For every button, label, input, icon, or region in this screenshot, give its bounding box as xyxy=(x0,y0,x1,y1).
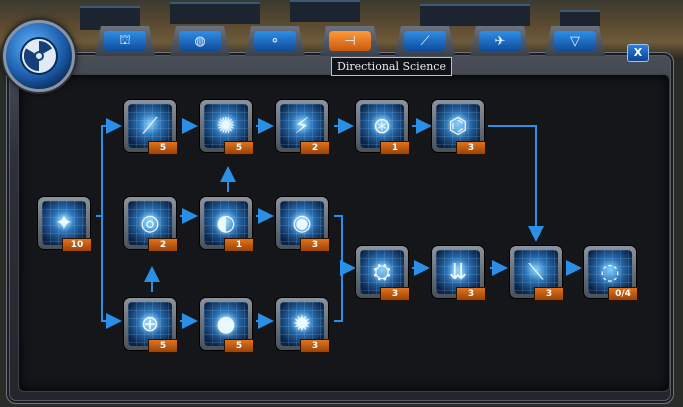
level-count-badge: 3 xyxy=(456,141,486,155)
tech-node-r2c1[interactable]: ◎ 2 xyxy=(124,197,178,252)
tech-node-root[interactable]: ✦ 10 xyxy=(38,197,92,252)
level-count-badge: 5 xyxy=(224,339,254,353)
tech-node-m2[interactable]: ⇊ 3 xyxy=(432,246,486,301)
tech-node-r3c3[interactable]: ✹ 3 xyxy=(276,298,330,353)
level-count-badge: 3 xyxy=(380,287,410,301)
tech-node-r2c3[interactable]: ◉ 3 xyxy=(276,197,330,252)
tech-node-r2c2[interactable]: ◐ 1 xyxy=(200,197,254,252)
level-count-badge: 0/4 xyxy=(608,287,638,301)
tech-node-r1c5[interactable]: ⌬ 3 xyxy=(432,100,486,155)
level-count-badge: 1 xyxy=(380,141,410,155)
level-count-badge: 5 xyxy=(148,339,178,353)
tech-node-r1c3[interactable]: ⚡ 2 xyxy=(276,100,330,155)
level-count-badge: 3 xyxy=(456,287,486,301)
tech-node-m3[interactable]: ⟍ 3 xyxy=(510,246,564,301)
level-count-badge: 5 xyxy=(148,141,178,155)
tech-node-r3c1[interactable]: ⊕ 5 xyxy=(124,298,178,353)
tech-node-m1[interactable]: ⛭ 3 xyxy=(356,246,410,301)
tech-node-r1c4[interactable]: ⊛ 1 xyxy=(356,100,410,155)
tech-node-r1c2[interactable]: ✺ 5 xyxy=(200,100,254,155)
level-count-badge: 1 xyxy=(224,238,254,252)
level-count-badge: 2 xyxy=(300,141,330,155)
connection-lines xyxy=(96,118,582,329)
level-count-badge: 3 xyxy=(534,287,564,301)
level-count-badge: 2 xyxy=(148,238,178,252)
tech-node-r1c1[interactable]: ⟋ 5 xyxy=(124,100,178,155)
level-count-badge: 5 xyxy=(224,141,254,155)
level-count-badge: 10 xyxy=(62,238,92,252)
tech-node-m4[interactable]: ◌ 0/4 xyxy=(584,246,638,301)
tech-node-r3c2[interactable]: ● 5 xyxy=(200,298,254,353)
level-count-badge: 3 xyxy=(300,238,330,252)
level-count-badge: 3 xyxy=(300,339,330,353)
